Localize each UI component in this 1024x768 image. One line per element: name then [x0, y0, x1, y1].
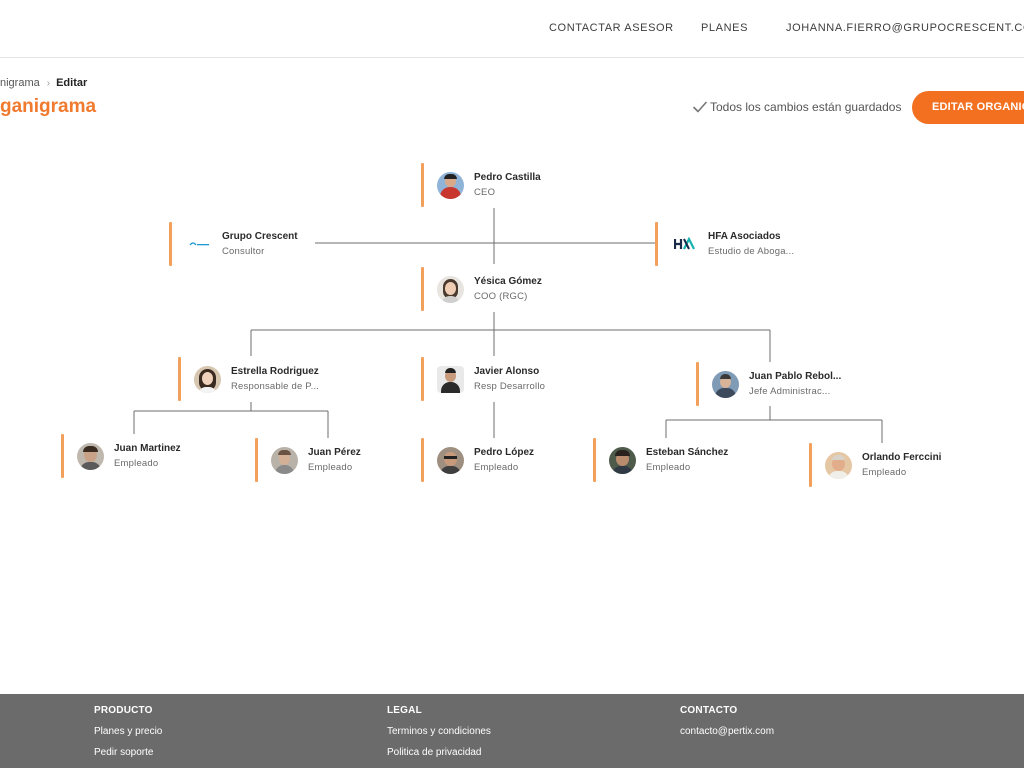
node-name: Juan Martinez: [114, 442, 181, 454]
top-navigation-bar: CONTACTAR ASESOR PLANES JOHANNA.FIERRO@G…: [0, 0, 1024, 58]
checkmark-icon: [693, 101, 707, 113]
org-node-employee[interactable]: Esteban Sánchez Empleado: [593, 438, 728, 482]
org-node-employee[interactable]: Orlando Ferccini Empleado: [809, 443, 941, 487]
save-status-text: Todos los cambios están guardados: [710, 100, 902, 114]
breadcrumb-chevron-icon: ›: [46, 78, 51, 89]
node-name: Juan Pérez: [308, 446, 361, 458]
footer-column-legal: LEGAL Terminos y condiciones Politica de…: [387, 705, 491, 768]
node-accent-bar: [421, 438, 424, 482]
footer-heading: LEGAL: [387, 705, 422, 716]
hfa-logo: [671, 231, 698, 258]
grupo-crescent-logo: [185, 231, 212, 258]
node-role: Responsable de P...: [231, 380, 320, 392]
node-accent-bar: [696, 362, 699, 406]
node-name: Javier Alonso: [474, 365, 540, 377]
org-node-ceo[interactable]: Pedro Castilla CEO: [421, 163, 541, 207]
user-account-menu[interactable]: JOHANNA.FIERRO@GRUPOCRESCENT.COM.AR: [786, 22, 1024, 34]
node-accent-bar: [255, 438, 258, 482]
footer-link-plans[interactable]: Planes y precio: [94, 726, 162, 737]
footer-column-product: PRODUCTO Planes y precio Pedir soporte: [94, 705, 162, 768]
node-accent-bar: [421, 357, 424, 401]
org-node-hfa-asociados[interactable]: HFA Asociados Estudio de Aboga...: [655, 222, 794, 266]
node-name: Pedro Castilla: [474, 171, 541, 183]
org-node-employee[interactable]: Pedro López Empleado: [421, 438, 534, 482]
node-role: CEO: [474, 186, 496, 198]
node-accent-bar: [169, 222, 172, 266]
save-status: Todos los cambios están guardados: [693, 100, 901, 114]
avatar: [712, 370, 739, 398]
node-accent-bar: [655, 222, 658, 266]
node-accent-bar: [421, 267, 424, 311]
breadcrumb: nigrama › Editar: [0, 77, 87, 89]
edit-org-chart-button[interactable]: EDITAR ORGANIGRAMA: [912, 91, 1024, 124]
node-name: Grupo Crescent: [222, 230, 298, 242]
node-name: Pedro López: [474, 446, 535, 458]
footer: PRODUCTO Planes y precio Pedir soporte L…: [0, 694, 1024, 768]
footer-heading: PRODUCTO: [94, 705, 153, 716]
footer-column-contact: CONTACTO contacto@pertix.com: [680, 705, 774, 747]
contact-advisor-link[interactable]: CONTACTAR ASESOR: [549, 22, 674, 34]
node-name: Orlando Ferccini: [862, 451, 942, 463]
node-role: COO (RGC): [474, 290, 528, 302]
node-name: Juan Pablo Rebol...: [749, 370, 842, 382]
avatar: [437, 171, 464, 199]
plans-link[interactable]: PLANES: [701, 22, 748, 34]
breadcrumb-current: Editar: [56, 77, 88, 89]
avatar: [194, 365, 221, 393]
node-accent-bar: [178, 357, 181, 401]
footer-heading: CONTACTO: [680, 705, 738, 716]
node-role: Jefe Administrac...: [749, 385, 831, 397]
org-node-manager[interactable]: Estrella Rodriguez Responsable de P...: [178, 357, 319, 401]
avatar: [825, 451, 852, 479]
node-accent-bar: [593, 438, 596, 482]
node-role: Empleado: [862, 466, 907, 478]
node-accent-bar: [809, 443, 812, 487]
footer-link-email[interactable]: contacto@pertix.com: [680, 726, 774, 737]
footer-link-support[interactable]: Pedir soporte: [94, 747, 162, 758]
org-node-employee[interactable]: Juan Pérez Empleado: [255, 438, 361, 482]
avatar: [437, 365, 464, 393]
node-accent-bar: [421, 163, 424, 207]
node-accent-bar: [61, 434, 64, 478]
node-name: Estrella Rodriguez: [231, 365, 319, 377]
node-role: Empleado: [308, 461, 353, 473]
breadcrumb-parent-link[interactable]: nigrama: [0, 77, 40, 89]
node-name: Esteban Sánchez: [646, 446, 729, 458]
footer-link-privacy[interactable]: Politica de privacidad: [387, 747, 491, 758]
node-role: Estudio de Aboga...: [708, 245, 795, 257]
avatar: [609, 446, 636, 474]
org-node-coo[interactable]: Yésica Gómez COO (RGC): [421, 267, 542, 311]
org-node-manager[interactable]: Javier Alonso Resp Desarrollo: [421, 357, 545, 401]
org-node-employee[interactable]: Juan Martinez Empleado: [61, 434, 181, 478]
org-node-grupo-crescent[interactable]: Grupo Crescent Consultor: [169, 222, 298, 266]
avatar: [437, 275, 464, 303]
avatar: [437, 446, 464, 474]
node-role: Resp Desarrollo: [474, 380, 546, 392]
node-name: Yésica Gómez: [474, 275, 542, 287]
org-node-manager[interactable]: Juan Pablo Rebol... Jefe Administrac...: [696, 362, 841, 406]
page-title: ganigrama: [0, 96, 97, 117]
footer-link-terms[interactable]: Terminos y condiciones: [387, 726, 491, 737]
node-role: Empleado: [474, 461, 519, 473]
node-role: Empleado: [646, 461, 691, 473]
node-name: HFA Asociados: [708, 230, 781, 242]
avatar: [77, 442, 104, 470]
avatar: [271, 446, 298, 474]
node-role: Empleado: [114, 457, 159, 469]
node-role: Consultor: [222, 245, 265, 257]
